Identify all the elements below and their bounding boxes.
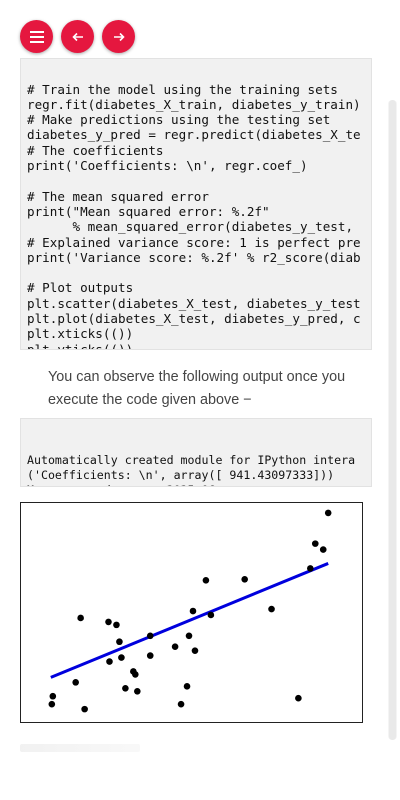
scatter-point (72, 679, 79, 686)
scrollbar[interactable] (388, 100, 397, 740)
menu-button[interactable] (20, 20, 53, 53)
output-line: ('Coefficients: \n', array([ 941.4309733… (27, 468, 335, 482)
scatter-point (105, 618, 112, 626)
previous-page-button[interactable] (61, 20, 94, 53)
code-line: # The mean squared error (27, 188, 209, 204)
scatter-point (113, 621, 120, 629)
code-line: % mean_squared_error(diabetes_y_test, (27, 219, 354, 235)
scatter-point (77, 614, 84, 622)
scatter-point (146, 632, 154, 640)
code-line: # The coefficients (27, 142, 164, 158)
cut-off-heading (20, 744, 140, 752)
scatter-point (132, 671, 139, 678)
scatter-point (177, 700, 185, 708)
output-intro-paragraph: You can observe the following output onc… (48, 369, 346, 408)
code-line: # Make predictions using the testing set (27, 112, 331, 128)
code-line: regr.fit(diabetes_X_train, diabetes_y_tr… (27, 96, 361, 112)
code-line: diabetes_y_pred = regr.predict(diabetes_… (27, 127, 361, 143)
code-line: plt.yticks(()) (27, 341, 134, 350)
output-line: Mean squared error: 3035.06 (27, 483, 371, 486)
arrow-left-icon (71, 32, 84, 42)
scatter-point (106, 658, 113, 665)
code-line: # Explained variance score: 1 is perfect… (27, 234, 361, 250)
scatter-point (268, 605, 275, 613)
scatter-point (307, 565, 314, 572)
scrollbar-thumb[interactable] (389, 100, 396, 740)
scatter-point (324, 509, 332, 517)
scatter-point (146, 652, 154, 659)
code-line: plt.plot(diabetes_X_test, diabetes_y_pre… (27, 311, 361, 327)
scatter-point (189, 607, 197, 615)
code-line: print("Mean squared error: %.2f" (27, 203, 270, 219)
scatter-point (118, 654, 125, 661)
scatter-point (134, 687, 141, 695)
code-line: plt.scatter(diabetes_X_test, diabetes_y_… (27, 295, 361, 311)
scatter-point (319, 546, 327, 553)
code-line: plt.xticks(()) (27, 326, 134, 342)
scatter-point (191, 647, 199, 654)
code-block: # Train the model using the training set… (20, 58, 372, 350)
output-block: Automatically created module for IPython… (20, 418, 372, 487)
scatter-plot (20, 502, 363, 723)
regression-line (50, 562, 329, 679)
scatter-point (295, 694, 302, 702)
code-line: print('Variance score: %.2f' % r2_score(… (27, 249, 361, 265)
code-line: # Plot outputs (27, 280, 134, 296)
scatter-point (183, 683, 191, 690)
scatter-point (171, 643, 179, 650)
scatter-point (311, 540, 319, 547)
scatter-point (202, 576, 210, 584)
next-page-button[interactable] (102, 20, 135, 53)
hamburger-menu-icon (29, 30, 44, 43)
plot-canvas (48, 509, 332, 713)
code-line: # Train the model using the training set… (27, 81, 338, 97)
scatter-point (48, 700, 56, 708)
scatter-point (122, 685, 129, 692)
scatter-point (116, 638, 123, 646)
arrow-right-icon (113, 32, 125, 42)
code-line: print('Coefficients: \n', regr.coef_) (27, 158, 308, 174)
scatter-point (241, 576, 248, 583)
scatter-point (207, 611, 215, 619)
scatter-point (81, 705, 88, 713)
output-line: Automatically created module for IPython… (27, 453, 356, 467)
scatter-point (49, 692, 57, 700)
scatter-point (185, 632, 193, 640)
